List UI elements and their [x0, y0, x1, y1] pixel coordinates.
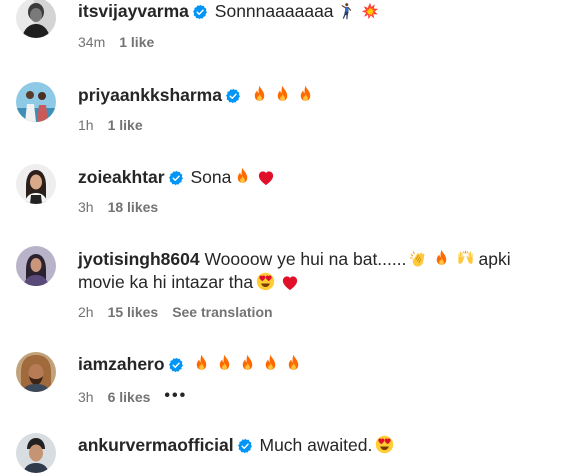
comment-body: Sona	[190, 167, 232, 187]
avatar[interactable]	[16, 164, 56, 204]
comment-username[interactable]: priyaankksharma	[78, 85, 222, 105]
fire-emoji-icon	[262, 354, 279, 373]
verified-badge-icon	[168, 357, 184, 373]
verified-badge-icon	[225, 88, 241, 104]
comment-text: zoieakhtar Sona	[78, 166, 560, 189]
fire-emoji-icon	[216, 354, 233, 373]
avatar[interactable]	[16, 82, 56, 122]
avatar[interactable]	[16, 246, 56, 286]
comment-meta: 3h 6 likes •••	[78, 387, 201, 405]
comment-text: priyaankksharma	[78, 84, 560, 107]
comment-body: Much awaited.	[259, 435, 373, 455]
verified-badge-icon	[237, 438, 253, 454]
comment-likes[interactable]: 15 likes	[108, 304, 159, 320]
see-translation-link[interactable]: See translation	[172, 304, 272, 320]
fire-emoji-icon	[297, 85, 314, 104]
comment-body: Sonnnaaaaaaa	[214, 1, 334, 21]
clapping-hands-emoji-icon	[409, 250, 427, 268]
comment-meta: 34m 1 like	[78, 34, 168, 50]
comment-likes[interactable]: 6 likes	[108, 389, 151, 405]
dancer-emoji-icon	[337, 2, 355, 20]
comment-likes[interactable]: 1 like	[119, 34, 154, 50]
fire-emoji-icon	[193, 354, 210, 373]
comment-body: Woooow ye hui na bat......	[204, 249, 407, 269]
comment-meta: 2h 15 likes See translation	[78, 304, 287, 320]
fire-emoji-icon	[251, 85, 268, 104]
comment-text: itsvijayvarma Sonnnaaaaaaa	[78, 0, 560, 23]
comment-time[interactable]: 3h	[78, 199, 94, 215]
comment-likes[interactable]: 1 like	[108, 117, 143, 133]
fire-emoji-icon	[433, 249, 450, 268]
avatar[interactable]	[16, 352, 56, 392]
fire-emoji-icon	[234, 167, 251, 186]
comment-time[interactable]: 3h	[78, 389, 94, 405]
comment-meta: 3h 18 likes	[78, 199, 172, 215]
more-options-icon[interactable]: •••	[164, 387, 187, 404]
verified-badge-icon	[192, 4, 208, 20]
comment-likes[interactable]: 18 likes	[108, 199, 159, 215]
avatar[interactable]	[16, 433, 56, 473]
fire-emoji-icon	[239, 354, 256, 373]
comment-text: ankurvermaofficial Much awaited.	[78, 434, 560, 457]
fire-emoji-icon	[274, 85, 291, 104]
red-heart-emoji-icon	[257, 169, 275, 186]
comment-username[interactable]: itsvijayvarma	[78, 1, 189, 21]
comment-username[interactable]: jyotisingh8604	[78, 249, 200, 269]
verified-badge-icon	[168, 170, 184, 186]
comment-username[interactable]: iamzahero	[78, 354, 165, 374]
comment-meta: 1h 1 like	[78, 117, 157, 133]
comment-text: iamzahero	[78, 353, 560, 376]
comment-time[interactable]: 2h	[78, 304, 94, 320]
comment-time[interactable]: 34m	[78, 34, 105, 50]
heart-eyes-emoji-icon	[375, 435, 394, 454]
avatar[interactable]	[16, 0, 56, 38]
collision-emoji-icon	[361, 2, 379, 20]
heart-eyes-emoji-icon	[256, 272, 275, 291]
fire-emoji-icon	[285, 354, 302, 373]
comment-username[interactable]: zoieakhtar	[78, 167, 165, 187]
red-heart-emoji-icon	[281, 274, 299, 291]
raising-hands-emoji-icon	[456, 249, 475, 268]
comment-text: jyotisingh8604 Woooow ye hui na bat.....…	[78, 248, 560, 294]
comment-username[interactable]: ankurvermaofficial	[78, 435, 234, 455]
comment-time[interactable]: 1h	[78, 117, 94, 133]
